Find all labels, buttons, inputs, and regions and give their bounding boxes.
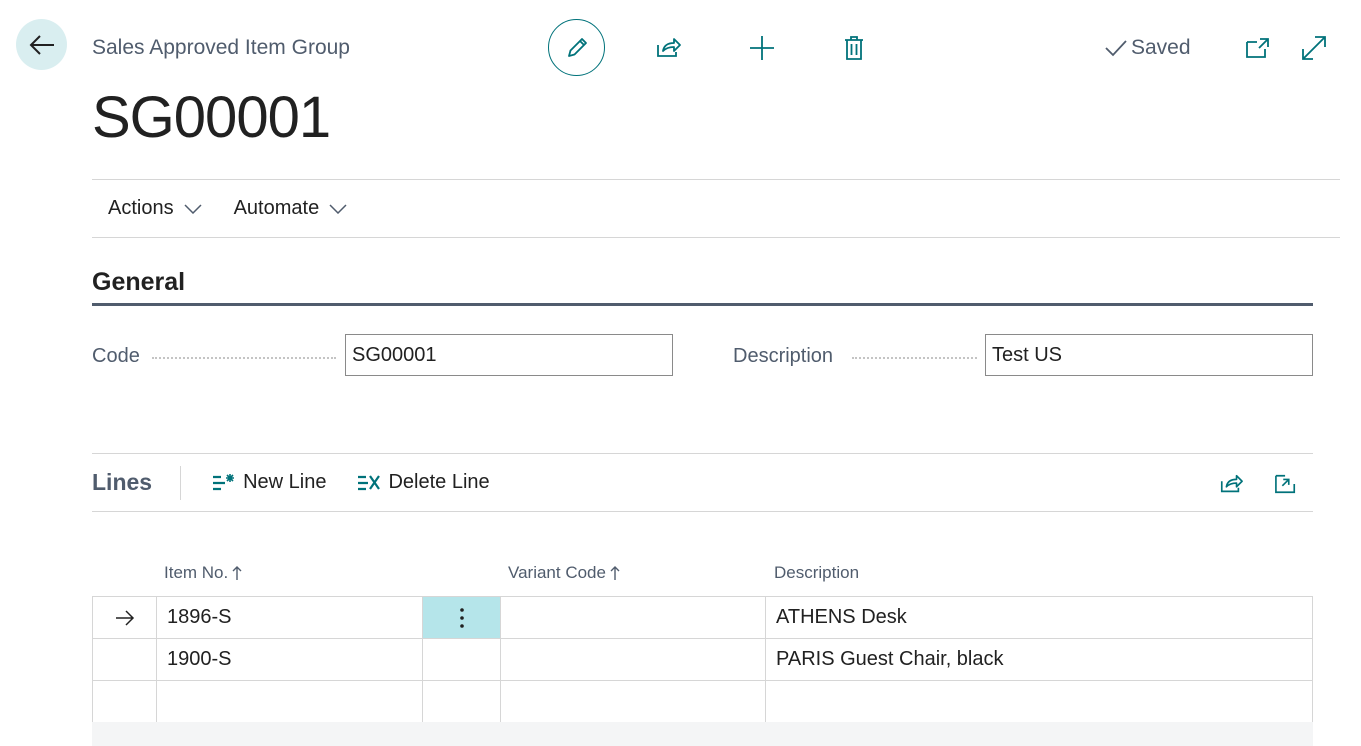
code-field[interactable] — [345, 334, 673, 376]
plus-icon — [750, 36, 774, 60]
sort-ascending-icon — [232, 566, 242, 580]
item-no-cell[interactable]: 1900-S — [157, 639, 423, 680]
sort-ascending-icon — [610, 566, 620, 580]
code-dots — [152, 357, 336, 359]
row-indicator — [93, 639, 157, 680]
delete-line-button[interactable]: Delete Line — [356, 471, 490, 494]
delete-button[interactable] — [834, 28, 874, 68]
table-row[interactable]: 1900-S PARIS Guest Chair, black — [92, 639, 1313, 681]
new-line-icon — [213, 473, 235, 490]
lines-share-button[interactable] — [1211, 464, 1251, 504]
variant-code-cell[interactable] — [501, 597, 766, 638]
delete-line-label: Delete Line — [388, 471, 490, 493]
top-actions — [548, 19, 605, 76]
expand-icon — [1302, 36, 1326, 60]
new-line-button[interactable]: New Line — [211, 471, 326, 494]
code-label: Code — [92, 345, 140, 367]
grid-footer — [92, 722, 1313, 746]
section-general-title[interactable]: General — [92, 268, 185, 297]
description-field[interactable] — [985, 334, 1313, 376]
arrow-right-icon — [116, 609, 135, 626]
column-header-variant-code-label: Variant Code — [508, 563, 606, 582]
new-line-label: New Line — [243, 471, 327, 493]
description-cell[interactable] — [766, 681, 1312, 722]
column-header-item-no[interactable]: Item No. — [164, 563, 242, 583]
menu-actions[interactable]: Actions — [92, 197, 218, 220]
new-button[interactable] — [742, 28, 782, 68]
item-no-cell[interactable] — [157, 681, 423, 722]
variant-code-cell[interactable] — [501, 681, 766, 722]
open-in-new-window-icon — [1275, 474, 1296, 494]
more-vertical-icon — [460, 607, 464, 628]
lines-title[interactable]: Lines — [92, 465, 182, 500]
row-indicator — [93, 681, 157, 722]
column-header-variant-code[interactable]: Variant Code — [508, 563, 620, 583]
column-header-description-label: Description — [774, 563, 860, 582]
expand-button[interactable] — [1294, 28, 1334, 68]
pencil-icon — [567, 37, 587, 57]
section-divider — [92, 303, 1313, 306]
checkmark-icon — [1105, 40, 1127, 57]
table-row[interactable] — [92, 681, 1313, 723]
share-icon — [657, 38, 681, 57]
share-button[interactable] — [648, 28, 688, 68]
action-menubar: Actions Automate — [92, 179, 1340, 238]
description-cell[interactable]: ATHENS Desk — [766, 597, 1312, 638]
menu-actions-label: Actions — [108, 197, 174, 219]
lines-grid: Item No. Variant Code Description 1896-S — [92, 555, 1313, 723]
trash-icon — [845, 36, 863, 60]
delete-line-icon — [358, 474, 381, 490]
open-in-new-window-icon — [1246, 38, 1269, 58]
description-label: Description — [733, 345, 834, 367]
page-title: SG00001 — [92, 85, 331, 150]
variant-code-cell[interactable] — [501, 639, 766, 680]
column-header-description[interactable]: Description — [774, 563, 859, 583]
menu-automate[interactable]: Automate — [218, 197, 364, 220]
lines-expand-button[interactable] — [1266, 464, 1306, 504]
row-menu-button[interactable] — [423, 597, 501, 638]
page-caption: Sales Approved Item Group — [92, 36, 350, 59]
grid-header: Item No. Variant Code Description — [92, 555, 1313, 597]
lines-toolbar: Lines New Line Delete Line — [92, 453, 1313, 512]
saved-status: Saved — [1104, 36, 1191, 60]
open-new-window-button[interactable] — [1238, 28, 1278, 68]
chevron-down-icon — [184, 203, 202, 214]
row-indicator — [93, 597, 157, 638]
share-icon — [1220, 474, 1243, 493]
back-button[interactable] — [16, 19, 67, 70]
edit-button[interactable] — [548, 19, 605, 76]
description-cell[interactable]: PARIS Guest Chair, black — [766, 639, 1312, 680]
menu-automate-label: Automate — [233, 197, 320, 219]
grid-rows: 1896-S ATHENS Desk 1900-S PARIS Guest Ch… — [92, 596, 1313, 723]
arrow-left-icon — [29, 34, 54, 55]
column-header-item-no-label: Item No. — [164, 563, 229, 582]
chevron-down-icon — [329, 203, 347, 214]
table-row[interactable]: 1896-S ATHENS Desk — [92, 597, 1313, 639]
description-dots — [852, 357, 977, 359]
saved-label: Saved — [1131, 36, 1191, 59]
item-no-cell[interactable]: 1896-S — [157, 597, 423, 638]
